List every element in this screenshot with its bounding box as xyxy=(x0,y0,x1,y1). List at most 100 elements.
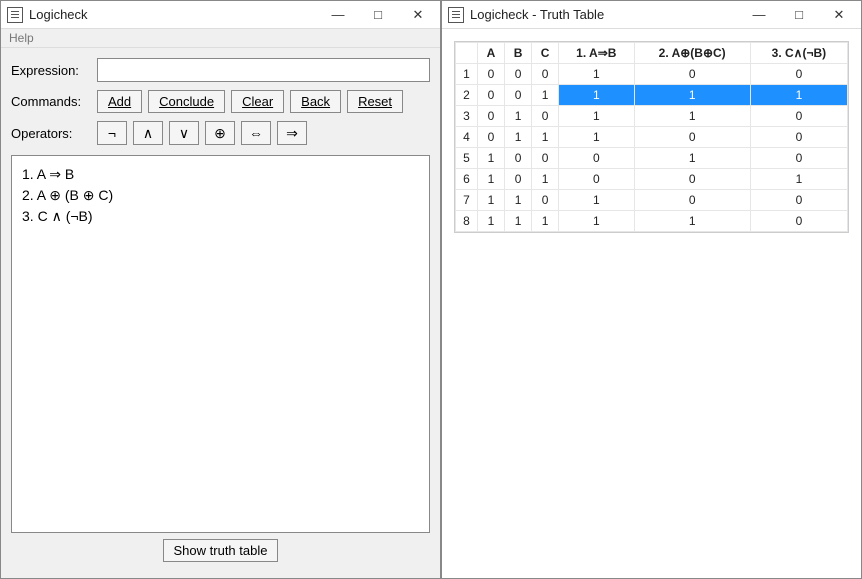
table-cell[interactable]: 1 xyxy=(559,190,634,211)
table-cell[interactable]: 0 xyxy=(478,127,505,148)
expression-list[interactable]: 1. A ⇒ B 2. A ⊕ (B ⊕ C) 3. C ∧ (¬B) xyxy=(11,155,430,533)
table-row[interactable]: 2001111 xyxy=(456,85,848,106)
table-cell[interactable]: 1 xyxy=(750,85,847,106)
list-item[interactable]: 1. A ⇒ B xyxy=(22,166,419,183)
table-cell[interactable]: 1 xyxy=(505,211,532,232)
table-cell[interactable]: 0 xyxy=(505,64,532,85)
table-cell[interactable]: 0 xyxy=(532,106,559,127)
main-window: Logicheck — □ ✕ Help Expression: Command… xyxy=(0,0,441,579)
table-cell[interactable]: 0 xyxy=(532,148,559,169)
menubar: Help xyxy=(1,29,440,48)
conclude-button[interactable]: Conclude xyxy=(148,90,225,113)
table-cell[interactable]: 0 xyxy=(750,148,847,169)
close-button[interactable]: ✕ xyxy=(398,2,438,28)
app-icon xyxy=(448,7,464,23)
maximize-button[interactable]: □ xyxy=(779,2,819,28)
table-cell[interactable]: 0 xyxy=(750,64,847,85)
table-cell[interactable]: 1 xyxy=(478,169,505,190)
table-cell[interactable]: 0 xyxy=(478,106,505,127)
table-cell[interactable]: 1 xyxy=(559,106,634,127)
table-cell[interactable]: 0 xyxy=(559,169,634,190)
table-cell[interactable]: 1 xyxy=(478,148,505,169)
truth-table: ABC1. A⇒B2. A⊕(B⊕C)3. C∧(¬B) 10001002001… xyxy=(455,42,848,232)
table-cell[interactable]: 0 xyxy=(634,190,750,211)
table-row[interactable]: 7110100 xyxy=(456,190,848,211)
minimize-button[interactable]: — xyxy=(318,2,358,28)
row-header: 5 xyxy=(456,148,478,169)
expression-input[interactable] xyxy=(97,58,430,82)
show-truth-table-button[interactable]: Show truth table xyxy=(163,539,279,562)
imp-operator-button[interactable]: ⇒ xyxy=(277,121,307,145)
xor-operator-button[interactable]: ⊕ xyxy=(205,121,235,145)
table-cell[interactable]: 1 xyxy=(634,148,750,169)
minimize-button[interactable]: — xyxy=(739,2,779,28)
table-cell[interactable]: 1 xyxy=(478,211,505,232)
titlebar[interactable]: Logicheck — □ ✕ xyxy=(1,1,440,29)
table-cell[interactable]: 0 xyxy=(750,190,847,211)
row-header: 6 xyxy=(456,169,478,190)
column-header[interactable]: 1. A⇒B xyxy=(559,43,634,64)
table-cell[interactable]: 1 xyxy=(750,169,847,190)
table-cell[interactable]: 1 xyxy=(634,106,750,127)
column-header[interactable]: A xyxy=(478,43,505,64)
table-cell[interactable]: 0 xyxy=(634,169,750,190)
table-row[interactable]: 5100010 xyxy=(456,148,848,169)
table-cell[interactable]: 1 xyxy=(532,127,559,148)
table-cell[interactable]: 0 xyxy=(505,148,532,169)
window-controls: — □ ✕ xyxy=(318,2,438,28)
table-cell[interactable]: 0 xyxy=(532,64,559,85)
clear-button[interactable]: Clear xyxy=(231,90,284,113)
row-header: 1 xyxy=(456,64,478,85)
add-button[interactable]: Add xyxy=(97,90,142,113)
close-button[interactable]: ✕ xyxy=(819,2,859,28)
table-cell[interactable]: 1 xyxy=(559,127,634,148)
and-operator-button[interactable]: ∧ xyxy=(133,121,163,145)
table-cell[interactable]: 0 xyxy=(505,85,532,106)
table-cell[interactable]: 0 xyxy=(750,127,847,148)
or-operator-button[interactable]: ∨ xyxy=(169,121,199,145)
window-controls: — □ ✕ xyxy=(739,2,859,28)
maximize-button[interactable]: □ xyxy=(358,2,398,28)
table-cell[interactable]: 0 xyxy=(505,169,532,190)
table-cell[interactable]: 1 xyxy=(532,211,559,232)
column-header[interactable]: C xyxy=(532,43,559,64)
table-cell[interactable]: 0 xyxy=(478,64,505,85)
table-cell[interactable]: 1 xyxy=(559,85,634,106)
not-operator-button[interactable]: ¬ xyxy=(97,121,127,145)
table-row[interactable]: 4011100 xyxy=(456,127,848,148)
column-header[interactable]: 3. C∧(¬B) xyxy=(750,43,847,64)
table-row[interactable]: 6101001 xyxy=(456,169,848,190)
table-cell[interactable]: 0 xyxy=(634,64,750,85)
table-cell[interactable]: 0 xyxy=(478,85,505,106)
column-header[interactable]: B xyxy=(505,43,532,64)
table-cell[interactable]: 0 xyxy=(634,127,750,148)
table-cell[interactable]: 1 xyxy=(634,85,750,106)
row-header: 8 xyxy=(456,211,478,232)
table-cell[interactable]: 1 xyxy=(532,169,559,190)
table-cell[interactable]: 1 xyxy=(559,64,634,85)
table-cell[interactable]: 1 xyxy=(505,127,532,148)
row-header: 4 xyxy=(456,127,478,148)
iff-operator-button[interactable]: ⇔ xyxy=(241,121,271,145)
titlebar[interactable]: Logicheck - Truth Table — □ ✕ xyxy=(442,1,861,29)
table-cell[interactable]: 0 xyxy=(750,106,847,127)
list-item[interactable]: 2. A ⊕ (B ⊕ C) xyxy=(22,187,419,204)
table-row[interactable]: 3010110 xyxy=(456,106,848,127)
table-cell[interactable]: 1 xyxy=(478,190,505,211)
table-cell[interactable]: 1 xyxy=(505,106,532,127)
back-button[interactable]: Back xyxy=(290,90,341,113)
table-cell[interactable]: 0 xyxy=(750,211,847,232)
list-item[interactable]: 3. C ∧ (¬B) xyxy=(22,208,419,225)
table-cell[interactable]: 1 xyxy=(532,85,559,106)
table-cell[interactable]: 1 xyxy=(634,211,750,232)
table-cell[interactable]: 0 xyxy=(559,148,634,169)
table-cell[interactable]: 0 xyxy=(532,190,559,211)
reset-button[interactable]: Reset xyxy=(347,90,403,113)
table-cell[interactable]: 1 xyxy=(559,211,634,232)
expression-label: Expression: xyxy=(11,63,91,78)
table-row[interactable]: 1000100 xyxy=(456,64,848,85)
table-cell[interactable]: 1 xyxy=(505,190,532,211)
column-header[interactable]: 2. A⊕(B⊕C) xyxy=(634,43,750,64)
menu-help[interactable]: Help xyxy=(9,31,34,45)
table-row[interactable]: 8111110 xyxy=(456,211,848,232)
